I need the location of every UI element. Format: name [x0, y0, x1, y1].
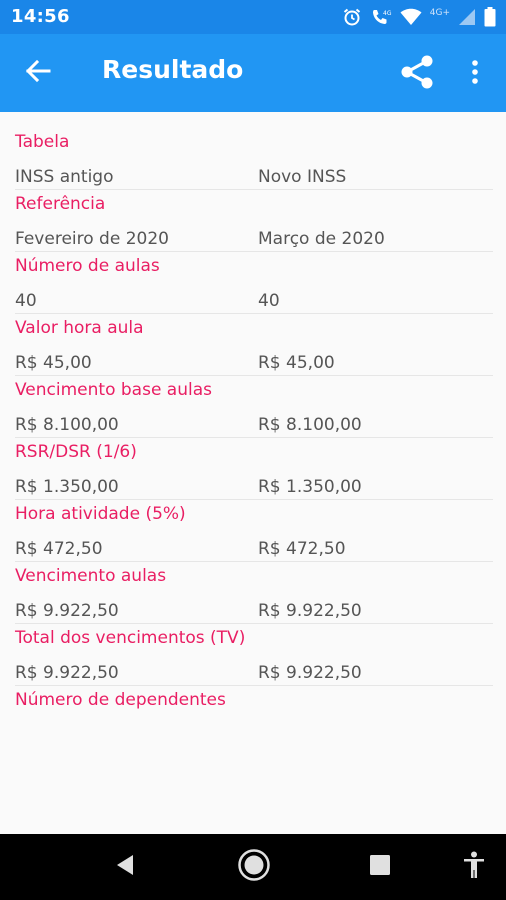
- section-label: Referência: [15, 194, 106, 214]
- arrow-left-icon: [25, 59, 51, 87]
- recents-square-icon: [369, 854, 391, 880]
- result-numero-aulas: Número de aulas 40 40: [15, 236, 493, 314]
- result-vencimento-base: Vencimento base aulas R$ 8.100,00 R$ 8.1…: [15, 360, 493, 438]
- nav-accessibility-button[interactable]: [452, 847, 496, 887]
- result-total-vencimentos: Total dos vencimentos (TV) R$ 9.922,50 R…: [15, 608, 493, 686]
- result-hora-atividade: Hora atividade (5%) R$ 472,50 R$ 472,50: [15, 484, 493, 562]
- result-rsr-dsr: RSR/DSR (1/6) R$ 1.350,00 R$ 1.350,00: [15, 422, 493, 500]
- result-tabela: Tabela INSS antigo Novo INSS: [15, 112, 493, 190]
- section-label: Vencimento aulas: [15, 566, 167, 586]
- nav-back-button[interactable]: [104, 847, 148, 887]
- more-options-button[interactable]: [462, 56, 488, 92]
- accessibility-icon: [462, 851, 486, 883]
- network-type-label: 4G+: [429, 8, 450, 18]
- result-valor-hora-aula: Valor hora aula R$ 45,00 R$ 45,00: [15, 298, 493, 376]
- section-label: Tabela: [15, 132, 70, 152]
- back-triangle-icon: [114, 853, 138, 881]
- section-label: Total dos vencimentos (TV): [15, 628, 246, 648]
- share-button[interactable]: [396, 54, 438, 94]
- result-vencimento-aulas: Vencimento aulas R$ 9.922,50 R$ 9.922,50: [15, 546, 493, 624]
- nav-home-button[interactable]: [232, 847, 276, 887]
- home-circle-icon: [237, 848, 271, 886]
- status-bar: 14:56 4G 4G+: [0, 0, 506, 34]
- wifi-icon: [400, 8, 422, 26]
- status-icons: 4G 4G+: [342, 5, 496, 29]
- section-label: Vencimento base aulas: [15, 380, 212, 400]
- back-button[interactable]: [20, 57, 56, 89]
- result-referencia: Referência Fevereiro de 2020 Março de 20…: [15, 174, 493, 252]
- battery-icon: [484, 7, 496, 27]
- svg-text:4G: 4G: [383, 10, 392, 17]
- section-label: RSR/DSR (1/6): [15, 442, 137, 462]
- system-nav-bar: [0, 834, 506, 900]
- alarm-icon: [342, 7, 362, 27]
- share-icon: [398, 53, 436, 95]
- cell-signal-icon: [458, 8, 476, 26]
- result-numero-dependentes: Número de dependentes: [15, 670, 493, 732]
- section-label: Número de dependentes: [15, 690, 226, 710]
- page-title: Resultado: [102, 55, 244, 84]
- more-vert-icon: [471, 59, 479, 89]
- section-label: Valor hora aula: [15, 318, 144, 338]
- volte-call-icon: 4G: [370, 7, 392, 27]
- status-time: 14:56: [11, 6, 70, 27]
- app-bar: Resultado: [0, 34, 506, 112]
- section-label: Hora atividade (5%): [15, 504, 186, 524]
- section-label: Número de aulas: [15, 256, 160, 276]
- nav-recents-button[interactable]: [358, 847, 402, 887]
- results-list[interactable]: Tabela INSS antigo Novo INSS Referência …: [0, 112, 506, 834]
